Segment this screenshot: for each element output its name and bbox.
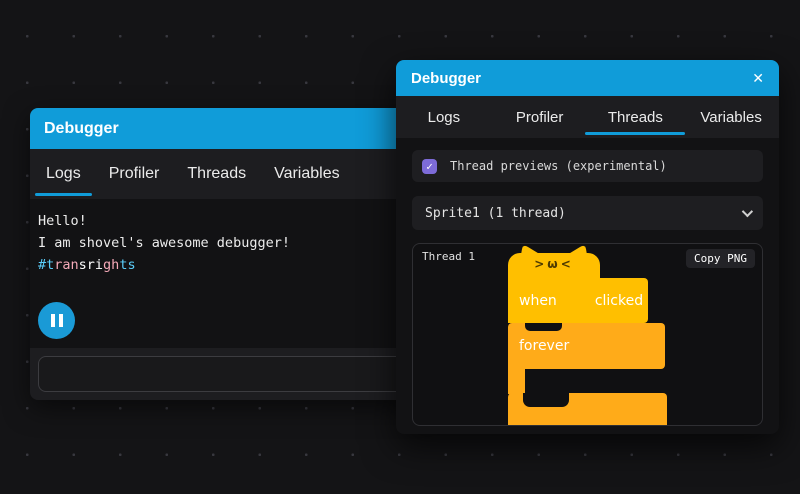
- right-tab-threads[interactable]: Threads: [588, 96, 684, 138]
- left-tab-threads[interactable]: Threads: [173, 149, 260, 199]
- thread-previews-toggle[interactable]: ✓ Thread previews (experimental): [412, 150, 763, 182]
- hashtag-segment: ts: [119, 257, 135, 273]
- debugger-window-threads: Debugger ✕ Logs Profiler Threads Variabl…: [396, 60, 779, 434]
- tab-label: Variables: [700, 109, 761, 126]
- block-notch: [525, 323, 562, 331]
- cat-face-icon: >ω<: [508, 257, 600, 271]
- tab-label: Threads: [187, 165, 246, 183]
- right-window-title: Debugger: [411, 70, 481, 87]
- block-text: when: [519, 293, 557, 309]
- check-icon: ✓: [426, 160, 433, 173]
- block-text: clicked: [595, 293, 643, 309]
- chevron-down-icon[interactable]: [742, 206, 753, 217]
- tab-label: Variables: [274, 165, 340, 183]
- block-when-clicked: when clicked: [508, 278, 648, 323]
- log-command-input[interactable]: [38, 356, 422, 392]
- tab-label: Logs: [46, 165, 81, 183]
- left-tab-variables[interactable]: Variables: [260, 149, 354, 199]
- checkbox-checked[interactable]: ✓: [422, 159, 437, 174]
- hashtag-segment: ran: [54, 257, 78, 273]
- copy-png-button[interactable]: Copy PNG: [686, 249, 755, 268]
- left-window-title: Debugger: [44, 120, 119, 138]
- tab-label: Threads: [608, 109, 663, 126]
- left-tab-logs[interactable]: Logs: [32, 149, 95, 199]
- sprite-dropdown[interactable]: Sprite1 (1 thread): [412, 196, 763, 230]
- desktop-background: Debugger Logs Profiler Threads Variables…: [0, 0, 800, 494]
- log-line: Hello!: [38, 210, 422, 232]
- sprite-dropdown-value: Sprite1 (1 thread): [425, 206, 566, 221]
- tab-label: Logs: [428, 109, 461, 126]
- block-forever-spine: [508, 369, 525, 394]
- pause-icon: [51, 314, 63, 327]
- log-line: I am shovel's awesome debugger!: [38, 232, 422, 254]
- pause-button[interactable]: [38, 302, 75, 339]
- hashtag-segment: gh: [103, 257, 119, 273]
- debugger-window-logs: Debugger Logs Profiler Threads Variables…: [30, 108, 430, 400]
- right-tab-profiler[interactable]: Profiler: [492, 96, 588, 138]
- log-hashtag-line: #transrights: [38, 254, 422, 276]
- right-tab-logs[interactable]: Logs: [396, 96, 492, 138]
- thread-previews-label: Thread previews (experimental): [450, 159, 667, 173]
- hashtag-segment: #t: [38, 257, 54, 273]
- right-titlebar[interactable]: Debugger ✕: [396, 60, 779, 96]
- block-text: forever: [519, 338, 569, 354]
- tab-label: Profiler: [516, 109, 564, 126]
- thread-preview-box: Thread 1 Copy PNG >ω< when clicked forev…: [412, 243, 763, 426]
- hashtag-segment: sri: [79, 257, 103, 273]
- left-titlebar[interactable]: Debugger: [30, 108, 430, 149]
- close-icon[interactable]: ✕: [752, 71, 764, 85]
- right-tabbar: Logs Profiler Threads Variables: [396, 96, 779, 138]
- thread-name-label: Thread 1: [422, 250, 475, 263]
- left-tabbar: Logs Profiler Threads Variables: [30, 149, 430, 199]
- right-tab-variables[interactable]: Variables: [683, 96, 779, 138]
- threads-panel: ✓ Thread previews (experimental) Sprite1…: [396, 138, 779, 434]
- tab-label: Profiler: [109, 165, 160, 183]
- block-notch: [523, 393, 569, 407]
- log-input-footer: [30, 348, 430, 400]
- log-output: Hello! I am shovel's awesome debugger! #…: [30, 199, 430, 348]
- left-tab-profiler[interactable]: Profiler: [95, 149, 174, 199]
